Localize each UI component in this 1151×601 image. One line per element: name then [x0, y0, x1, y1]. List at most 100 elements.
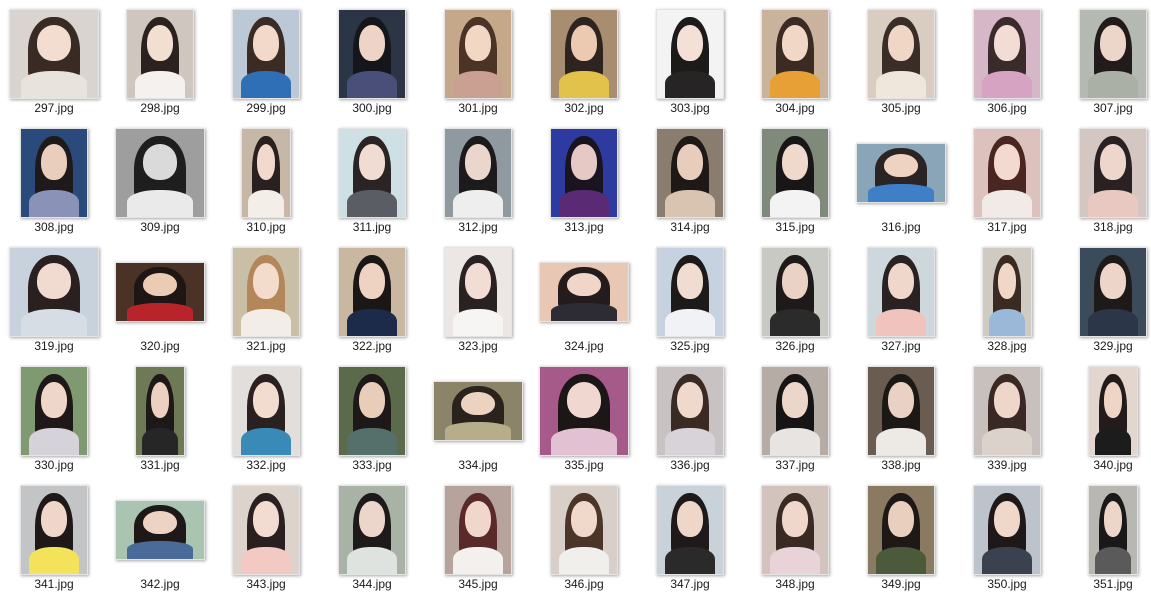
file-item[interactable]: 335.jpg: [532, 362, 636, 478]
image-thumbnail[interactable]: [115, 499, 205, 560]
image-thumbnail[interactable]: [9, 8, 99, 99]
image-thumbnail[interactable]: [761, 484, 829, 575]
image-thumbnail[interactable]: [444, 127, 512, 218]
file-item[interactable]: 310.jpg: [214, 124, 318, 240]
file-item[interactable]: 342.jpg: [108, 481, 212, 597]
image-thumbnail[interactable]: [1088, 365, 1138, 456]
file-item[interactable]: 308.jpg: [2, 124, 106, 240]
image-thumbnail[interactable]: [550, 8, 618, 99]
file-item[interactable]: 340.jpg: [1061, 362, 1151, 478]
file-item[interactable]: 339.jpg: [955, 362, 1059, 478]
image-thumbnail[interactable]: [761, 246, 829, 337]
file-item[interactable]: 304.jpg: [743, 5, 847, 121]
image-thumbnail[interactable]: [856, 142, 946, 203]
file-item[interactable]: 345.jpg: [426, 481, 530, 597]
file-item[interactable]: 298.jpg: [108, 5, 212, 121]
image-thumbnail[interactable]: [973, 484, 1041, 575]
file-item[interactable]: 331.jpg: [108, 362, 212, 478]
image-thumbnail[interactable]: [232, 365, 300, 456]
file-item[interactable]: 351.jpg: [1061, 481, 1151, 597]
file-item[interactable]: 314.jpg: [638, 124, 742, 240]
image-thumbnail[interactable]: [550, 127, 618, 218]
file-item[interactable]: 350.jpg: [955, 481, 1059, 597]
image-thumbnail[interactable]: [867, 365, 935, 456]
file-item[interactable]: 320.jpg: [108, 243, 212, 359]
file-item[interactable]: 337.jpg: [743, 362, 847, 478]
image-thumbnail[interactable]: [232, 246, 300, 337]
image-thumbnail[interactable]: [867, 484, 935, 575]
image-thumbnail[interactable]: [232, 8, 300, 99]
image-thumbnail[interactable]: [338, 8, 406, 99]
image-thumbnail[interactable]: [539, 365, 629, 456]
image-thumbnail[interactable]: [656, 365, 724, 456]
file-item[interactable]: 341.jpg: [2, 481, 106, 597]
file-item[interactable]: 348.jpg: [743, 481, 847, 597]
image-thumbnail[interactable]: [550, 484, 618, 575]
file-item[interactable]: 306.jpg: [955, 5, 1059, 121]
image-thumbnail[interactable]: [867, 8, 935, 99]
file-item[interactable]: 311.jpg: [320, 124, 424, 240]
file-item[interactable]: 332.jpg: [214, 362, 318, 478]
file-item[interactable]: 319.jpg: [2, 243, 106, 359]
image-thumbnail[interactable]: [1079, 127, 1147, 218]
file-item[interactable]: 322.jpg: [320, 243, 424, 359]
file-item[interactable]: 330.jpg: [2, 362, 106, 478]
file-item[interactable]: 303.jpg: [638, 5, 742, 121]
file-item[interactable]: 323.jpg: [426, 243, 530, 359]
image-thumbnail[interactable]: [115, 127, 205, 218]
file-item[interactable]: 318.jpg: [1061, 124, 1151, 240]
image-thumbnail[interactable]: [115, 261, 205, 322]
image-thumbnail[interactable]: [539, 261, 629, 322]
image-thumbnail[interactable]: [232, 484, 300, 575]
file-item[interactable]: 324.jpg: [532, 243, 636, 359]
file-item[interactable]: 300.jpg: [320, 5, 424, 121]
file-item[interactable]: 309.jpg: [108, 124, 212, 240]
file-item[interactable]: 333.jpg: [320, 362, 424, 478]
image-thumbnail[interactable]: [9, 246, 99, 337]
image-thumbnail[interactable]: [444, 246, 512, 337]
image-thumbnail[interactable]: [656, 246, 724, 337]
file-item[interactable]: 327.jpg: [849, 243, 953, 359]
image-thumbnail[interactable]: [338, 246, 406, 337]
image-thumbnail[interactable]: [656, 127, 724, 218]
image-thumbnail[interactable]: [761, 127, 829, 218]
file-item[interactable]: 317.jpg: [955, 124, 1059, 240]
image-thumbnail[interactable]: [656, 8, 724, 99]
file-item[interactable]: 349.jpg: [849, 481, 953, 597]
file-item[interactable]: 297.jpg: [2, 5, 106, 121]
file-item[interactable]: 326.jpg: [743, 243, 847, 359]
file-item[interactable]: 302.jpg: [532, 5, 636, 121]
file-item[interactable]: 299.jpg: [214, 5, 318, 121]
image-thumbnail[interactable]: [444, 8, 512, 99]
image-thumbnail[interactable]: [338, 127, 406, 218]
image-thumbnail[interactable]: [973, 127, 1041, 218]
file-item[interactable]: 315.jpg: [743, 124, 847, 240]
image-thumbnail[interactable]: [761, 8, 829, 99]
image-thumbnail[interactable]: [867, 246, 935, 337]
image-thumbnail[interactable]: [338, 484, 406, 575]
image-thumbnail[interactable]: [1079, 8, 1147, 99]
file-item[interactable]: 336.jpg: [638, 362, 742, 478]
image-thumbnail[interactable]: [241, 127, 291, 218]
file-item[interactable]: 334.jpg: [426, 362, 530, 478]
file-item[interactable]: 301.jpg: [426, 5, 530, 121]
file-item[interactable]: 347.jpg: [638, 481, 742, 597]
file-item[interactable]: 328.jpg: [955, 243, 1059, 359]
image-thumbnail[interactable]: [761, 365, 829, 456]
file-item[interactable]: 312.jpg: [426, 124, 530, 240]
file-item[interactable]: 313.jpg: [532, 124, 636, 240]
image-thumbnail[interactable]: [135, 365, 185, 456]
image-thumbnail[interactable]: [20, 365, 88, 456]
file-item[interactable]: 338.jpg: [849, 362, 953, 478]
image-thumbnail[interactable]: [20, 484, 88, 575]
image-thumbnail[interactable]: [126, 8, 194, 99]
image-thumbnail[interactable]: [973, 365, 1041, 456]
image-thumbnail[interactable]: [338, 365, 406, 456]
file-item[interactable]: 307.jpg: [1061, 5, 1151, 121]
file-item[interactable]: 325.jpg: [638, 243, 742, 359]
image-thumbnail[interactable]: [973, 8, 1041, 99]
image-thumbnail[interactable]: [444, 484, 512, 575]
file-item[interactable]: 329.jpg: [1061, 243, 1151, 359]
image-thumbnail[interactable]: [433, 380, 523, 441]
file-item[interactable]: 316.jpg: [849, 124, 953, 240]
